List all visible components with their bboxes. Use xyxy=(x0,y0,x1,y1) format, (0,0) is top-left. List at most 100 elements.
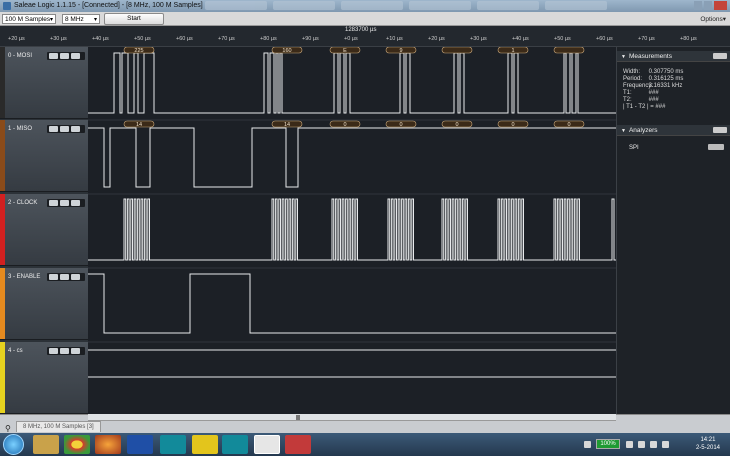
fritzing-icon[interactable] xyxy=(192,435,218,454)
app-icon[interactable] xyxy=(127,435,153,454)
analyzer-settings-icon[interactable] xyxy=(708,144,724,150)
miso-decode-bubble[interactable]: 0 xyxy=(553,120,585,128)
clock-time: 14:21 xyxy=(700,437,716,443)
saleae-logic-icon[interactable] xyxy=(254,435,280,454)
miso-decode-bubble[interactable]: 0 xyxy=(497,120,529,128)
firefox-icon[interactable] xyxy=(95,435,121,454)
miso-decode-bubble[interactable]: 14 xyxy=(271,120,303,128)
measurement-value: 0.307750 ms xyxy=(648,69,684,75)
mosi-decode-bubble[interactable]: 1 xyxy=(497,47,529,54)
mosi-decode-bubble[interactable]: 225 xyxy=(123,47,155,54)
mosi-decode-bubble[interactable]: E xyxy=(329,47,361,54)
measurement-key: | T1 - T2 | = xyxy=(623,104,654,110)
ruler-tick-label: +20 µs xyxy=(8,36,25,42)
network-icon[interactable] xyxy=(626,441,633,448)
measurement-key: Width: xyxy=(623,69,641,75)
sample-count-select[interactable]: 100 M Samples ▾ xyxy=(2,14,56,24)
ruler-tick-label: +0 µs xyxy=(344,36,358,42)
acrobat-icon[interactable] xyxy=(285,435,311,454)
mosi-decode-bubble[interactable]: 160 xyxy=(271,47,303,54)
decode-value: 1 xyxy=(511,48,514,54)
channel-name: 0 - MOSI xyxy=(8,53,33,59)
clock[interactable]: 14:21 2-5-2014 xyxy=(696,436,720,452)
channel-name: 1 - MISO xyxy=(8,126,33,132)
add-analyzer-icon[interactable] xyxy=(713,127,727,133)
analyzer-item-spi[interactable]: SPI xyxy=(629,145,639,151)
channel-3-header[interactable]: 3 - ENABLE xyxy=(0,268,88,340)
channel-label-panel: 0 - MOSI 1 - MISO 2 - CLOCK 3 - ENABLE 4… xyxy=(0,47,88,414)
collapse-triangle-icon: ▼ xyxy=(621,54,626,60)
arduino-icon[interactable] xyxy=(222,435,248,454)
miso-decode-bubble[interactable]: 0 xyxy=(329,120,361,128)
explorer-icon[interactable] xyxy=(33,435,59,454)
ruler-tick-label: +10 µs xyxy=(386,36,403,42)
ruler-tick-label: +60 µs xyxy=(596,36,613,42)
channel-color-bar xyxy=(0,47,5,118)
measurement-key: Frequency: xyxy=(623,83,654,89)
arduino-icon[interactable] xyxy=(160,435,186,454)
channel-color-bar xyxy=(0,194,5,265)
analyzers-header[interactable]: ▼ Analyzers xyxy=(617,125,730,136)
title-bar: Saleae Logic 1.1.15 - [Connected] - [8 M… xyxy=(0,0,730,12)
ruler-tick-label: +70 µs xyxy=(218,36,235,42)
chevron-down-icon: ▾ xyxy=(49,17,53,23)
analyzers-title: Analyzers xyxy=(628,127,658,134)
channel-color-bar xyxy=(0,342,5,413)
channel-trigger-buttons[interactable] xyxy=(47,273,85,281)
measurement-value: ### xyxy=(648,97,659,103)
sample-count-value: 100 M Samples xyxy=(5,16,51,23)
waveform-area[interactable]: 225 160 E 9 1 14 14 0 0 0 0 0 xyxy=(88,47,616,414)
scrollbar-thumb[interactable] xyxy=(296,415,300,420)
waveform-canvas[interactable]: 225 160 E 9 1 14 14 0 0 0 0 0 xyxy=(88,47,616,414)
measurement-row: T1: ### xyxy=(623,90,683,97)
mosi-decode-bubble[interactable]: 9 xyxy=(385,47,417,54)
start-button[interactable]: Start xyxy=(104,13,164,25)
channel-color-bar xyxy=(0,120,5,191)
ruler-tick-label: +20 µs xyxy=(428,36,445,42)
start-orb-icon[interactable] xyxy=(3,434,24,455)
chrome-icon[interactable] xyxy=(64,435,90,454)
measurement-value: ### xyxy=(648,90,659,96)
clock-date: 2-5-2014 xyxy=(695,445,720,451)
ruler-tick-label: +60 µs xyxy=(176,36,193,42)
close-button[interactable] xyxy=(714,1,727,10)
toolbar: 100 M Samples ▾ 8 MHz ▾ Start Options▾ xyxy=(0,12,730,26)
minimize-button[interactable] xyxy=(694,1,702,10)
measurements-header[interactable]: ▼ Measurements xyxy=(617,51,730,62)
gear-icon[interactable] xyxy=(713,53,727,59)
decode-value: 0 xyxy=(567,122,570,128)
mosi-decode-bubble[interactable] xyxy=(553,47,585,54)
channel-0-header[interactable]: 0 - MOSI xyxy=(0,47,88,119)
volume-icon[interactable] xyxy=(638,441,645,448)
maximize-button[interactable] xyxy=(704,1,712,10)
speaker-icon[interactable] xyxy=(662,441,669,448)
miso-decode-bubble[interactable]: 0 xyxy=(385,120,417,128)
ruler-tick-label: +30 µs xyxy=(50,36,67,42)
decode-value: 225 xyxy=(134,48,143,54)
horizontal-scrollbar[interactable] xyxy=(88,414,616,421)
channel-name: 2 - CLOCK xyxy=(8,200,38,206)
flag-icon[interactable] xyxy=(584,441,591,448)
channel-trigger-buttons[interactable] xyxy=(47,52,85,60)
session-tab[interactable]: 8 MHz, 100 M Samples [3] xyxy=(16,421,101,432)
windows-taskbar: 100% 14:21 2-5-2014 xyxy=(0,433,730,456)
channel-trigger-buttons[interactable] xyxy=(47,347,85,355)
channel-trigger-buttons[interactable] xyxy=(47,199,85,207)
time-ruler[interactable]: 1283700 µs +20 µs +30 µs +40 µs +50 µs +60 µ… xyxy=(0,26,730,47)
channel-trigger-buttons[interactable] xyxy=(47,125,85,133)
options-menu[interactable]: Options▾ xyxy=(700,15,726,23)
measurement-key: T1: xyxy=(623,90,632,96)
keyboard-icon[interactable] xyxy=(650,441,657,448)
channel-4-header[interactable]: 4 - cs xyxy=(0,342,88,414)
search-icon[interactable]: ⚲ xyxy=(5,424,11,433)
mosi-decode-bubble[interactable] xyxy=(441,47,473,54)
channel-2-header[interactable]: 2 - CLOCK xyxy=(0,194,88,266)
miso-decode-bubble[interactable]: 14 xyxy=(123,120,155,128)
miso-decode-bubble[interactable]: 0 xyxy=(441,120,473,128)
decode-value: 0 xyxy=(455,122,458,128)
channel-1-header[interactable]: 1 - MISO xyxy=(0,120,88,192)
chevron-down-icon: ▾ xyxy=(93,17,97,23)
sample-rate-select[interactable]: 8 MHz ▾ xyxy=(62,14,100,24)
battery-indicator[interactable]: 100% xyxy=(596,439,620,449)
ruler-tick-label: +80 µs xyxy=(260,36,277,42)
